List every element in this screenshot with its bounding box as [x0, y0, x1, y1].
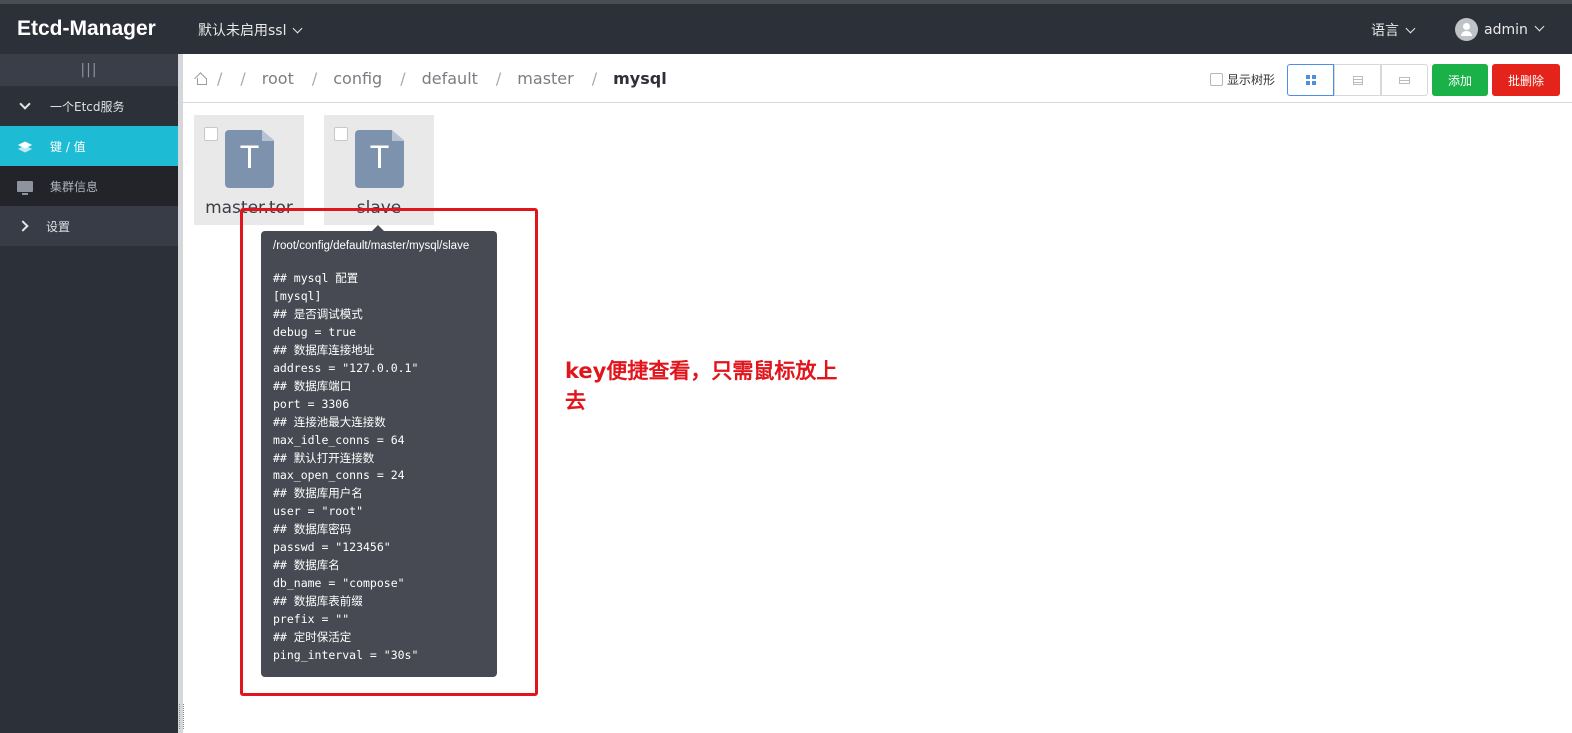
monitor-icon	[17, 180, 33, 195]
sidebar-item-key-value[interactable]: 键 / 值	[0, 126, 178, 166]
breadcrumb: / / root / config / default / master / m…	[195, 69, 683, 88]
sidebar-resize-handle[interactable]	[178, 54, 184, 733]
server-select[interactable]: 默认未启用ssl	[198, 20, 303, 40]
show-tree-checkbox[interactable]: 显示树形	[1210, 71, 1275, 88]
home-icon[interactable]	[195, 73, 207, 85]
chevron-right-icon	[17, 220, 29, 232]
annotation-highlight-box	[240, 208, 538, 696]
sidebar-item-label: 设置	[46, 219, 71, 234]
list-view-button[interactable]	[1334, 64, 1381, 96]
sidebar-item-settings[interactable]: 设置	[0, 206, 178, 246]
sidebar-item-label: 一个Etcd服务	[50, 99, 125, 114]
chevron-down-icon	[19, 98, 31, 110]
chevron-down-icon	[293, 23, 303, 34]
sidebar-item-label: 集群信息	[50, 179, 99, 194]
breadcrumb-separator: /	[495, 69, 502, 88]
language-menu[interactable]: 语言	[1371, 20, 1416, 40]
batch-delete-button[interactable]: 批删除	[1492, 64, 1560, 96]
annotation-text: key便捷查看，只需鼠标放上去	[565, 359, 838, 413]
top-navbar: Etcd-Manager 默认未启用ssl 语言 admin	[0, 0, 1572, 54]
breadcrumb-config[interactable]: config	[333, 69, 382, 88]
sidebar-item-label: 键 / 值	[50, 139, 86, 154]
server-select-label: 默认未启用ssl	[198, 23, 287, 39]
breadcrumb-default[interactable]: default	[422, 69, 478, 88]
table-view-button[interactable]	[1381, 64, 1428, 96]
breadcrumb-root[interactable]: root	[262, 69, 294, 88]
avatar	[1455, 18, 1478, 41]
table-icon	[1399, 76, 1410, 84]
sidebar-collapse-toggle[interactable]: |||	[0, 54, 178, 86]
breadcrumb-separator: /	[217, 69, 223, 88]
user-menu[interactable]: admin	[1455, 18, 1545, 41]
app-brand[interactable]: Etcd-Manager	[17, 17, 156, 41]
view-mode-group	[1287, 64, 1428, 96]
file-checkbox[interactable]	[204, 127, 218, 141]
chevron-down-icon	[1534, 21, 1545, 32]
checkbox-box[interactable]	[1210, 73, 1223, 86]
text-file-icon: T	[225, 130, 274, 188]
sidebar: ||| 一个Etcd服务 键 / 值 集群信息 设置	[0, 54, 178, 733]
grid-icon	[1305, 75, 1316, 85]
layers-icon	[17, 140, 33, 153]
sidebar-item-etcd-service[interactable]: 一个Etcd服务	[0, 86, 178, 126]
breadcrumb-separator: /	[311, 69, 318, 88]
grid-view-button[interactable]	[1287, 64, 1334, 96]
breadcrumb-separator: /	[591, 69, 598, 88]
show-tree-label: 显示树形	[1227, 73, 1276, 87]
sidebar-item-cluster-info[interactable]: 集群信息	[0, 166, 178, 206]
text-file-icon: T	[355, 130, 404, 188]
breadcrumb-separator: /	[240, 69, 246, 88]
breadcrumb-bar: / / root / config / default / master / m…	[183, 54, 1572, 103]
breadcrumb-current: mysql	[613, 69, 667, 88]
username: admin	[1484, 21, 1528, 38]
file-checkbox[interactable]	[334, 127, 348, 141]
language-label: 语言	[1371, 23, 1399, 39]
chevron-down-icon	[1405, 23, 1416, 34]
add-button[interactable]: 添加	[1432, 64, 1488, 96]
list-icon	[1352, 75, 1363, 85]
breadcrumb-master[interactable]: master	[517, 69, 573, 88]
breadcrumb-separator: /	[400, 69, 406, 88]
